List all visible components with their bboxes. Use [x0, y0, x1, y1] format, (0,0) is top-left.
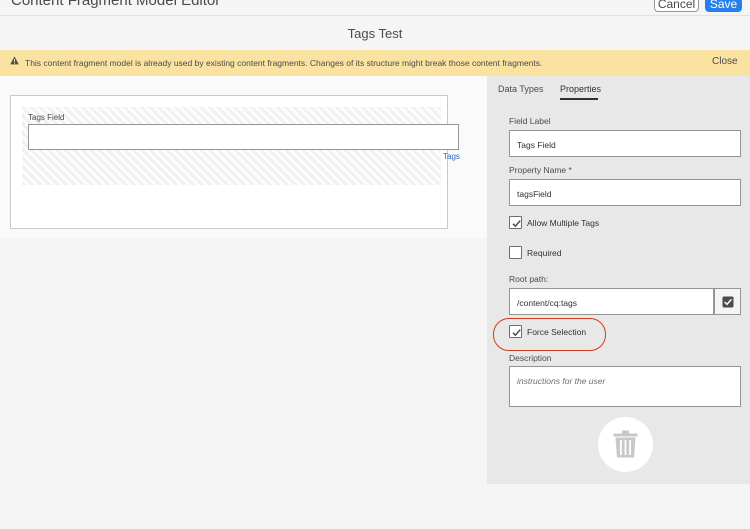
root-path-picker-button[interactable]: [714, 288, 741, 315]
required-label: Required: [527, 248, 562, 258]
property-name-input[interactable]: tagsField: [509, 179, 741, 206]
warning-alert: This content fragment model is already u…: [0, 50, 750, 76]
page-title: Tags Test: [347, 26, 403, 41]
field-label-label: Field Label: [509, 116, 551, 126]
fragment-model-card: Tags Field Tags: [10, 95, 460, 229]
tags-field-component[interactable]: Tags Field Tags: [22, 107, 460, 185]
properties-panel: Data Types Properties Field Label Tags F…: [487, 76, 750, 484]
checkbox-picker-icon: [722, 296, 734, 308]
top-bar: Content Fragment Model Editor Cancel Sav…: [0, 0, 750, 16]
title-bar: Tags Test: [0, 16, 750, 50]
tab-data-types[interactable]: Data Types: [498, 84, 543, 94]
active-tab-indicator: [560, 98, 598, 100]
required-checkbox[interactable]: [509, 246, 522, 259]
description-textarea[interactable]: instructions for the user: [509, 366, 741, 407]
force-selection-highlight-annotation: [493, 318, 606, 351]
property-name-label: Property Name *: [509, 165, 572, 175]
alert-message: This content fragment model is already u…: [25, 58, 543, 68]
checkmark-icon: [512, 220, 521, 228]
delete-field-button[interactable]: [598, 417, 653, 472]
app-title: Content Fragment Model Editor: [11, 0, 221, 9]
root-path-label: Root path:: [509, 274, 549, 284]
model-editor-canvas: Tags Field Tags: [0, 76, 487, 238]
trash-icon: [613, 430, 638, 458]
save-button[interactable]: Save: [705, 0, 742, 12]
cancel-button[interactable]: Cancel: [654, 0, 699, 12]
alert-close-button[interactable]: Close: [712, 56, 738, 67]
tags-field-type-label: Tags: [443, 152, 460, 161]
tags-field-label: Tags Field: [28, 113, 65, 122]
field-label-input[interactable]: Tags Field: [509, 130, 741, 157]
warning-icon: [10, 56, 20, 70]
description-label: Description: [509, 353, 552, 363]
root-path-input[interactable]: /content/cq:tags: [509, 288, 714, 315]
tab-properties[interactable]: Properties: [560, 84, 601, 94]
allow-multiple-tags-label: Allow Multiple Tags: [527, 218, 600, 228]
tags-field-preview-input: [28, 124, 459, 150]
allow-multiple-tags-checkbox[interactable]: [509, 216, 522, 229]
